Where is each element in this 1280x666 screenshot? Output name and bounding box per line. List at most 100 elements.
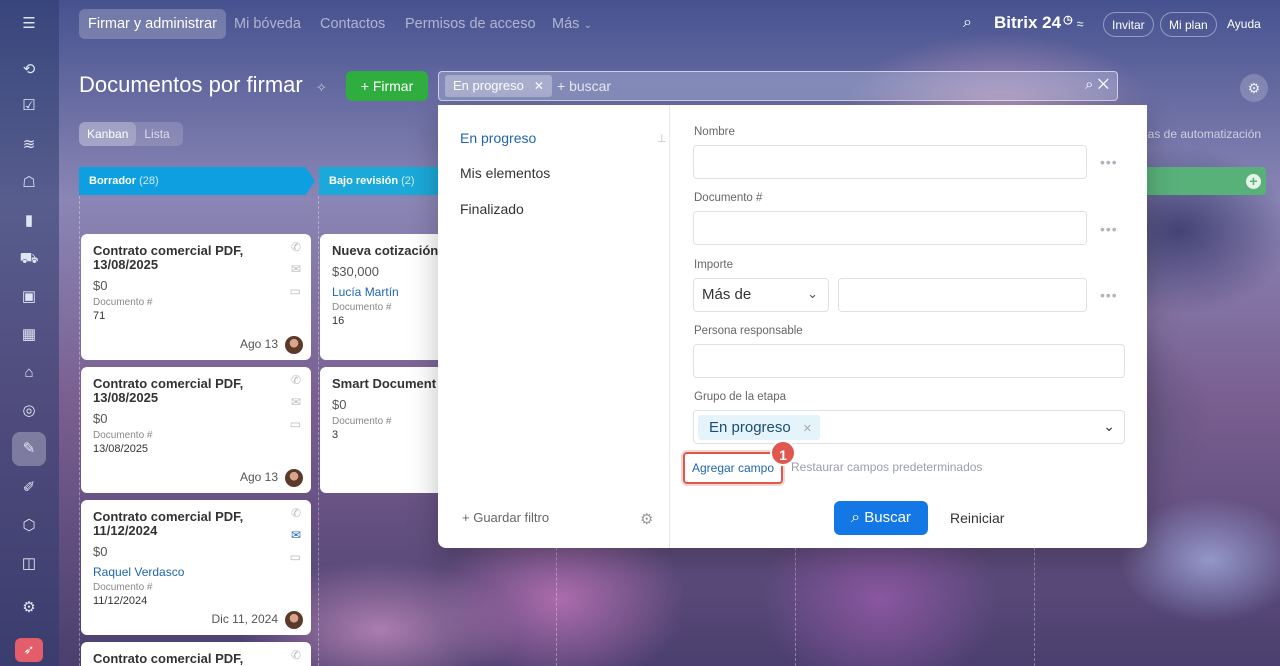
card-title[interactable]: Smart Document # <box>332 377 450 391</box>
robot-icon[interactable]: ☖ <box>19 173 39 193</box>
reset-button[interactable]: Reiniciar <box>950 510 1004 526</box>
analytics-icon[interactable]: ▮ <box>19 211 39 231</box>
stage-tag[interactable]: En progreso ✕ <box>698 415 820 440</box>
search-icon[interactable]: ⌕ <box>1085 76 1093 93</box>
avatar[interactable] <box>285 469 303 487</box>
search-actions: ⌕ ✕ <box>1085 76 1109 93</box>
add-field-button[interactable]: Agregar campo <box>683 452 783 484</box>
card-title[interactable]: Contrato comercial PDF, 13/08/2025 <box>93 244 268 272</box>
search-input[interactable] <box>557 75 1027 97</box>
automation-rules-link[interactable]: las de automatización <box>1145 127 1261 141</box>
name-field[interactable] <box>693 145 1087 179</box>
active-filter-label: En progreso <box>453 78 524 93</box>
amount-field[interactable] <box>838 278 1087 312</box>
inventory-icon[interactable]: ⌂ <box>19 363 39 383</box>
kanban-card[interactable]: Contrato comercial PDF, 11/12/2024 $0 Ra… <box>81 500 311 635</box>
add-column-icon[interactable]: + <box>1246 174 1261 189</box>
save-filter-button[interactable]: + Guardar filtro <box>462 510 549 525</box>
card-title[interactable]: Contrato comercial PDF, 11/12/2024 <box>93 510 268 538</box>
card-amount: $30,000 <box>332 264 379 279</box>
card-doc-label: Documento # <box>332 416 392 427</box>
document-number-field[interactable] <box>693 211 1087 245</box>
view-switcher: Kanban Lista <box>79 122 183 146</box>
target-icon[interactable]: ◎ <box>19 401 39 421</box>
active-filter-tag[interactable]: En progreso ✕ <box>445 75 552 97</box>
chat-icon[interactable]: ▭ <box>290 284 301 298</box>
preset-finished[interactable]: Finalizado <box>460 201 524 217</box>
tasks-icon[interactable]: ☑ <box>19 96 39 116</box>
card-person[interactable]: Lucía Martín <box>332 285 438 299</box>
calendar-icon[interactable]: ▦ <box>19 325 39 345</box>
column-header-review[interactable]: Bajo revisión (2) <box>319 167 444 195</box>
preset-in-progress[interactable]: En progreso <box>460 130 536 146</box>
mail-icon[interactable]: ✉ <box>291 262 301 276</box>
gear-icon[interactable]: ⚙ <box>1240 74 1268 102</box>
mail-icon[interactable]: ✉ <box>291 528 301 542</box>
cart-icon[interactable]: ⛟ <box>19 249 39 269</box>
kanban-card[interactable]: Nueva cotización $30,000 Lucía Martín Do… <box>320 234 450 360</box>
kanban-card[interactable]: Contrato comercial PDF, 13/08/2025 $0 Do… <box>81 367 311 493</box>
rocket-icon[interactable]: ➶ <box>15 638 43 662</box>
field-label-name: Nombre <box>694 126 735 138</box>
view-list[interactable]: Lista <box>136 122 177 146</box>
my-plan-button[interactable]: Mi plan <box>1160 12 1217 37</box>
help-button[interactable]: Ayuda <box>1219 12 1269 37</box>
avatar[interactable] <box>285 611 303 629</box>
document-edit-icon[interactable]: ✐ <box>19 478 39 498</box>
close-icon[interactable]: ✕ <box>803 423 812 435</box>
kanban-card[interactable]: Contrato comercial PDF, ✆ <box>81 642 311 666</box>
close-icon[interactable]: ✕ <box>534 79 544 93</box>
phone-icon[interactable]: ✆ <box>291 648 301 662</box>
card-date: Dic 11, 2024 <box>211 612 279 626</box>
preset-my-items[interactable]: Mis elementos <box>460 165 550 181</box>
view-kanban[interactable]: Kanban <box>79 122 137 146</box>
more-icon[interactable]: ••• <box>1100 154 1118 170</box>
filter-search-bar[interactable]: En progreso ✕ ⌕ ✕ <box>438 71 1118 101</box>
mail-icon[interactable]: ✉ <box>291 395 301 409</box>
settings-icon[interactable]: ⚙ <box>19 598 39 618</box>
sign-icon[interactable]: ✎ <box>19 439 39 459</box>
card-title[interactable]: Contrato comercial PDF, 13/08/2025 <box>93 377 268 405</box>
phone-icon[interactable]: ✆ <box>291 506 301 520</box>
nav-contacts[interactable]: Contactos <box>320 9 385 39</box>
restore-default-fields-link[interactable]: Restaurar campos predeterminados <box>791 460 982 474</box>
sign-button[interactable]: + Firmar <box>346 71 428 101</box>
search-icon[interactable]: ⌕ <box>963 14 972 32</box>
stage-group-select[interactable]: En progreso ✕ ⌄ <box>693 410 1125 444</box>
nav-my-vault[interactable]: Mi bóveda <box>234 9 301 39</box>
phone-icon[interactable]: ✆ <box>291 240 301 254</box>
crm-icon[interactable]: ≋ <box>19 135 39 155</box>
menu-toggle-icon[interactable]: ≈ <box>1077 17 1084 31</box>
more-icon[interactable]: ••• <box>1100 221 1118 237</box>
top-navigation: Firmar y administrar Mi bóveda Contactos… <box>59 0 1280 50</box>
menu-icon[interactable]: ☰ <box>19 14 39 34</box>
card-title[interactable]: Contrato comercial PDF, <box>93 652 268 666</box>
responsible-person-field[interactable] <box>693 344 1125 378</box>
pin-icon[interactable]: ✧ <box>316 80 327 96</box>
amount-operator-select[interactable]: Más de ⌄ <box>693 278 829 312</box>
search-button[interactable]: ⌕ Buscar <box>834 501 928 535</box>
pin-icon[interactable]: ⊥ <box>657 132 667 145</box>
clear-icon[interactable]: ✕ <box>1098 76 1109 93</box>
nav-sign-manage[interactable]: Firmar y administrar <box>79 9 226 39</box>
chevron-down-icon[interactable]: ⌄ <box>1103 418 1115 435</box>
feed-icon[interactable]: ⟲ <box>19 60 39 80</box>
kanban-card[interactable]: Contrato comercial PDF, 13/08/2025 $0 Do… <box>81 234 311 360</box>
card-title[interactable]: Nueva cotización <box>332 244 450 258</box>
nav-access-permissions[interactable]: Permisos de acceso <box>405 9 536 39</box>
chat-icon[interactable]: ▭ <box>290 417 301 431</box>
nav-more[interactable]: Más ⌄ <box>552 9 592 39</box>
marketplace-icon[interactable]: ◫ <box>19 554 39 574</box>
gear-icon[interactable]: ⚙ <box>640 510 653 528</box>
contact-card-icon[interactable]: ▣ <box>19 287 39 307</box>
invite-button[interactable]: Invitar <box>1103 12 1154 37</box>
avatar[interactable] <box>285 336 303 354</box>
kanban-card[interactable]: Smart Document # $0 Documento # 3 <box>320 367 450 493</box>
column-header-draft[interactable]: Borrador (28) <box>79 167 315 195</box>
column-divider <box>79 196 80 666</box>
phone-icon[interactable]: ✆ <box>291 373 301 387</box>
box-icon[interactable]: ⬡ <box>19 516 39 536</box>
chat-icon[interactable]: ▭ <box>290 550 301 564</box>
card-person[interactable]: Raquel Verdasco <box>93 565 299 579</box>
more-icon[interactable]: ••• <box>1100 287 1118 303</box>
